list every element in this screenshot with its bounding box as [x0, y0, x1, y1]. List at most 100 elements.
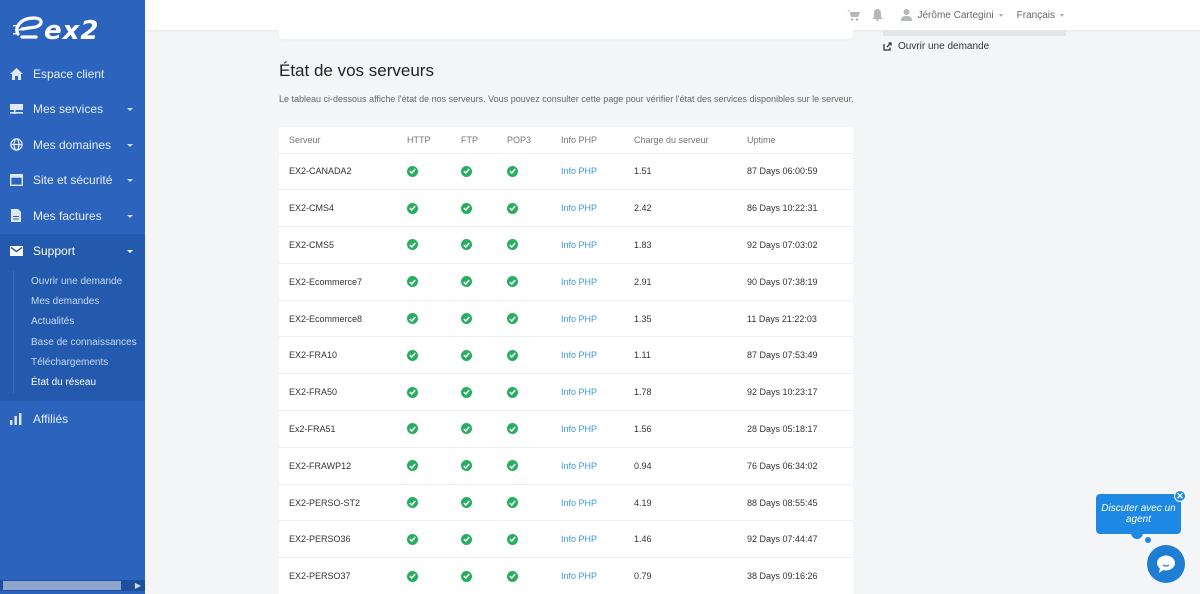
server-load: 0.94: [634, 447, 747, 485]
user-menu[interactable]: Jérôme Cartegini: [901, 9, 1003, 21]
page-title: État de vos serveurs: [279, 61, 434, 80]
cart-icon[interactable]: [847, 9, 861, 21]
table-row: EX2-PERSO-ST2 Info PHP 4.19 88 Days 08:55:4…: [279, 484, 853, 522]
server-load: 1.35: [634, 300, 747, 338]
pop3-status-check-icon: [507, 239, 518, 251]
server-load: 2.42: [634, 189, 747, 228]
http-status-check-icon: [407, 239, 418, 251]
scrollbar-thumb[interactable]: [3, 581, 121, 590]
server-load: 1.78: [634, 373, 747, 412]
chevron-down-icon: [127, 108, 133, 112]
bar-chart-icon: [9, 412, 23, 426]
chevron-down-icon: [127, 250, 133, 254]
table-row: EX2-CMS4 Info PHP 2.42 86 Days 10:22:31: [279, 189, 853, 228]
close-icon[interactable]: ✕: [1174, 490, 1186, 502]
server-uptime: 86 Days 10:22:31: [747, 189, 853, 228]
sidebar-item-mes-domaines[interactable]: Mes domaines: [0, 127, 145, 163]
server-load: 1.46: [634, 520, 747, 559]
language-selector[interactable]: Français: [1017, 10, 1064, 21]
server-uptime: 90 Days 07:38:19: [747, 263, 853, 301]
chevron-down-icon: [1060, 13, 1064, 17]
chat-bubble-tail-dot: [1145, 537, 1151, 543]
server-load: 4.19: [634, 484, 747, 522]
server-load: 1.51: [634, 153, 747, 191]
document-icon: [9, 209, 23, 223]
server-name: EX2-PERSO37: [279, 557, 407, 594]
info-php-link[interactable]: Info PHP: [561, 350, 597, 360]
column-header-ftp: FTP: [461, 127, 507, 154]
sidebar: ex2 Espace client Mes services Mes domai…: [0, 0, 145, 594]
info-php-link[interactable]: Info PHP: [561, 166, 597, 176]
globe-icon: [9, 138, 23, 152]
chat-icon: [1157, 555, 1175, 573]
ftp-status-check-icon: [461, 423, 472, 435]
server-uptime: 87 Days 06:00:59: [747, 153, 853, 191]
server-uptime: 92 Days 07:03:02: [747, 226, 853, 264]
info-php-link[interactable]: Info PHP: [561, 571, 597, 581]
server-name: EX2-Ecommerce8: [279, 300, 407, 338]
server-uptime: 92 Days 10:23:17: [747, 373, 853, 412]
external-link-icon: [883, 42, 892, 51]
user-name: Jérôme Cartegini: [917, 9, 994, 21]
pop3-status-check-icon: [507, 533, 518, 545]
sidebar-item-label: Espace client: [33, 66, 105, 81]
server-name: EX2-FRA10: [279, 336, 407, 375]
server-uptime: 88 Days 08:55:45: [747, 484, 853, 522]
server-name: EX2-Ecommerce7: [279, 263, 407, 301]
server-name: EX2-CANADA2: [279, 153, 407, 191]
sidebar-item-espace-client[interactable]: Espace client: [0, 56, 145, 92]
sidebar-horizontal-scrollbar[interactable]: ▶: [0, 580, 145, 591]
submenu-item-base-connaissances[interactable]: Base de connaissances: [0, 331, 145, 353]
submenu-item-mes-demandes[interactable]: Mes demandes: [0, 291, 145, 312]
info-php-link[interactable]: Info PHP: [561, 387, 597, 397]
info-php-link[interactable]: Info PHP: [561, 461, 597, 471]
sidebar-item-site-securite[interactable]: Site et sécurité: [0, 163, 145, 199]
info-php-link[interactable]: Info PHP: [561, 203, 597, 213]
http-status-check-icon: [407, 276, 418, 288]
submenu-item-telechargements[interactable]: Téléchargements: [0, 352, 145, 373]
sidebar-item-mes-factures[interactable]: Mes factures: [0, 198, 145, 234]
info-php-link[interactable]: Info PHP: [561, 534, 597, 544]
column-header-pop3: POP3: [507, 127, 561, 154]
scroll-right-arrow-icon[interactable]: ▶: [135, 581, 141, 590]
chat-launcher-button[interactable]: [1147, 545, 1185, 583]
info-php-link[interactable]: Info PHP: [561, 314, 597, 324]
server-name: Ex2-FRA51: [279, 410, 407, 448]
ex2-logo[interactable]: ex2: [0, 0, 145, 56]
chevron-down-icon: [127, 143, 133, 147]
pop3-status-check-icon: [507, 165, 518, 177]
info-php-link[interactable]: Info PHP: [561, 277, 597, 287]
server-uptime: 11 Days 21:22:03: [747, 300, 853, 338]
server-uptime: 87 Days 07:53:49: [747, 336, 853, 375]
browser-window-icon: [9, 173, 23, 187]
sidebar-item-mes-services[interactable]: Mes services: [0, 92, 145, 128]
submenu-item-ouvrir-demande[interactable]: Ouvrir une demande: [0, 271, 145, 292]
chat-prompt-bubble[interactable]: Discuter avec un agent: [1096, 494, 1181, 539]
submenu-item-etat-reseau[interactable]: État du réseau: [0, 372, 145, 394]
pop3-status-check-icon: [507, 202, 518, 214]
submenu-item-actualites[interactable]: Actualités: [0, 311, 145, 333]
servers-table: Serveur HTTP FTP POP3 Info PHP Charge du…: [279, 127, 853, 594]
table-row: Ex2-FRA51 Info PHP 1.56 28 Days 05:18:17: [279, 410, 853, 448]
pop3-status-check-icon: [507, 349, 518, 361]
bell-icon[interactable]: [872, 9, 884, 21]
info-php-link[interactable]: Info PHP: [561, 498, 597, 508]
info-php-link[interactable]: Info PHP: [561, 424, 597, 434]
http-status-check-icon: [407, 202, 418, 214]
server-name: EX2-PERSO-ST2: [279, 484, 407, 522]
sidebar-item-support[interactable]: Support: [0, 233, 145, 269]
server-load: 2.91: [634, 263, 747, 301]
sidebar-item-affilies[interactable]: Affiliés: [0, 401, 145, 437]
sidebar-item-label: Mes services: [33, 102, 104, 117]
info-php-link[interactable]: Info PHP: [561, 240, 597, 250]
side-panel-card: [883, 30, 1066, 36]
ftp-status-check-icon: [461, 202, 472, 214]
http-status-check-icon: [407, 386, 418, 398]
user-icon: [901, 9, 913, 21]
ftp-status-check-icon: [461, 533, 472, 545]
http-status-check-icon: [407, 497, 418, 509]
http-status-check-icon: [407, 313, 418, 325]
server-load: 0.79: [634, 557, 747, 594]
ftp-status-check-icon: [461, 276, 472, 288]
open-request-link[interactable]: Ouvrir une demande: [883, 41, 989, 52]
